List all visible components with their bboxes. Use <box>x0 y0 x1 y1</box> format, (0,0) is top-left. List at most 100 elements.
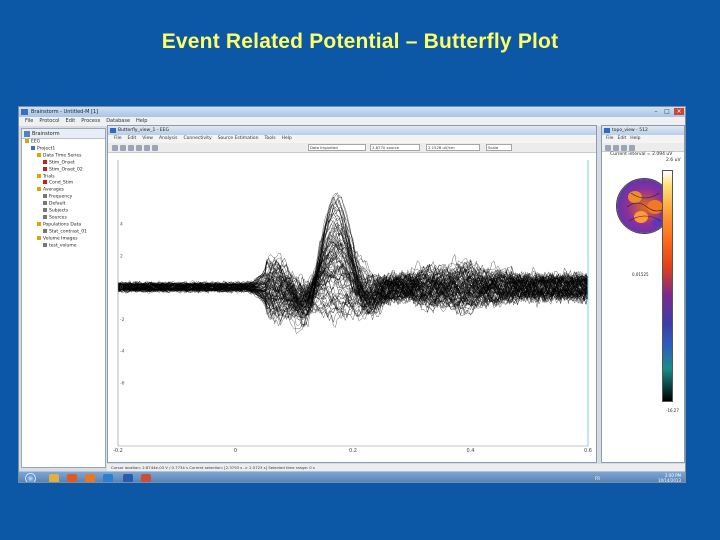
tree-item-label: Default <box>49 201 66 207</box>
tree-item-label: Trials <box>43 174 55 180</box>
topo-value-label: 2.6 uV <box>666 158 681 163</box>
tree-node-icon <box>43 214 47 219</box>
montage-icon[interactable] <box>144 145 150 151</box>
tree-item-label: Subjects <box>49 208 69 214</box>
figure-menu-file[interactable]: File <box>114 136 122 141</box>
tree-item[interactable]: Project1 <box>22 145 105 153</box>
slide-title: Event Related Potential – Butterfly Plot <box>161 30 559 53</box>
tree-node-icon <box>37 173 41 178</box>
topo-settings-icon[interactable] <box>621 145 627 151</box>
matlab-taskbar-icon[interactable] <box>141 474 151 482</box>
topo-menu-edit[interactable]: Edit <box>618 136 627 141</box>
figure-menu-analysis[interactable]: Analysis <box>159 136 178 141</box>
tree-item-label: Data Time Series <box>43 153 82 159</box>
tree-node-icon <box>25 139 29 143</box>
topo-menu-help[interactable]: Help <box>630 136 640 141</box>
tree-item-label: EEG <box>31 139 41 145</box>
language-indicator[interactable]: FR <box>595 476 600 481</box>
topo-rotate-icon[interactable] <box>613 145 619 151</box>
zoom-out-icon[interactable] <box>120 145 126 151</box>
start-button[interactable] <box>25 473 36 482</box>
tree-item[interactable]: Default <box>22 201 105 208</box>
x-tick-label: 0 <box>234 448 237 454</box>
figure-menu-edit[interactable]: Edit <box>128 136 137 141</box>
data-type-select[interactable]: Data Imported <box>308 144 366 151</box>
x-tick-label: 0.2 <box>349 448 357 454</box>
zoom-in-icon[interactable] <box>112 145 118 151</box>
y-tick-label: -4 <box>120 349 125 355</box>
minimize-icon[interactable]: – <box>651 108 661 115</box>
tree-item-label: Stim_Onset <box>49 160 75 166</box>
tree-item-label: Volume Images <box>43 236 78 242</box>
tree-item[interactable]: Stim_Onset_02 <box>22 166 105 174</box>
channel-trace <box>117 236 589 314</box>
app-menu-database[interactable]: Database <box>106 118 130 124</box>
amplitude-select[interactable]: 2.1526 uV/cm <box>426 144 480 151</box>
maximize-icon[interactable]: □ <box>662 108 672 115</box>
topo-colormap-icon[interactable] <box>629 145 635 151</box>
app-title-bar: Brainstorm - Untitled-M [1] – □ × <box>19 107 685 117</box>
tree-item-label: Project1 <box>37 146 56 152</box>
tree-item-label: Populations Data <box>43 222 82 228</box>
topo-menu-file[interactable]: File <box>606 136 614 141</box>
tree-item[interactable]: Stim_Onset <box>22 159 105 167</box>
tree-item[interactable]: Stat_contrast_01 <box>22 228 105 236</box>
topo-logo-icon <box>604 128 610 133</box>
tree-item[interactable]: Sources <box>22 214 105 222</box>
tree-node-icon <box>31 145 35 150</box>
app-menu-protocol[interactable]: Protocol <box>39 118 59 124</box>
tree-item-label: Stim_Onset_02 <box>49 167 83 173</box>
explorer-taskbar-icon[interactable] <box>49 474 59 482</box>
tree-node-icon <box>43 208 47 213</box>
app-menu-help[interactable]: Help <box>136 118 147 124</box>
figure-menu-view[interactable]: View <box>142 136 153 141</box>
cursor-icon[interactable] <box>136 145 142 151</box>
tree-item-label: Cond_Stim <box>49 180 74 186</box>
source-select[interactable]: 3.8770 source <box>370 144 420 151</box>
tree-item[interactable]: EEG <box>22 139 105 146</box>
scale-select[interactable]: Scale <box>486 144 512 151</box>
tree-item[interactable]: Averages <box>22 187 105 194</box>
figure-menu-tools[interactable]: Tools <box>265 136 276 141</box>
figure-menu-help[interactable]: Help <box>282 136 292 141</box>
tree-node-icon <box>43 159 47 164</box>
app-logo-icon <box>21 109 28 115</box>
tree-item[interactable]: Populations Data <box>22 221 105 229</box>
tree-header-icon <box>24 131 30 137</box>
media-taskbar-icon[interactable] <box>67 474 77 482</box>
tree-item[interactable]: Cond_Stim <box>22 180 105 187</box>
app-taskbar-icon[interactable] <box>103 474 113 482</box>
tree-item[interactable]: Volume Images <box>22 235 105 243</box>
close-icon[interactable]: × <box>674 108 684 115</box>
legend-icon[interactable] <box>152 145 158 151</box>
tree-item[interactable]: test_volume <box>22 242 105 250</box>
app-menu-process[interactable]: Process <box>81 118 100 124</box>
system-clock[interactable]: 2:00 PM 10/14/2013 <box>658 473 681 482</box>
tree-item[interactable]: Subjects <box>22 208 105 215</box>
y-tick-label: 2 <box>120 253 123 259</box>
database-tree-panel: Brainstorm EEG Project1 Data Time Series St… <box>21 128 106 468</box>
tree-item[interactable]: Data Time Series <box>22 152 105 160</box>
tree-node-icon <box>37 152 41 157</box>
figure-menu-source-estimation[interactable]: Source Estimation <box>218 136 259 141</box>
tree-node-icon <box>37 187 41 192</box>
tree-item-label: Frequency <box>49 194 73 200</box>
firefox-taskbar-icon[interactable] <box>85 474 95 482</box>
topo-zoom-icon[interactable] <box>605 145 611 151</box>
app-menu-edit[interactable]: Edit <box>66 118 76 124</box>
tree-node-icon <box>37 221 41 226</box>
tree-item[interactable]: Frequency <box>22 194 105 201</box>
app-menu-file[interactable]: File <box>25 118 33 124</box>
butterfly-plot[interactable]: -0.2 0 0.2 0.4 0.6 4 2 0 -2 -4 -6 <box>108 154 596 454</box>
tree-item-label: Stat_contrast_01 <box>49 229 87 235</box>
status-bar: Cursor location: 2.8744e-03 V / 0.7734 s… <box>107 464 685 471</box>
pan-icon[interactable] <box>128 145 134 151</box>
taskbar: FR 2:00 PM 10/14/2013 <box>19 471 685 482</box>
y-tick-label: 0 <box>120 285 123 291</box>
topo-menu-bar: File Edit Help <box>602 135 684 143</box>
word-taskbar-icon[interactable] <box>123 474 133 482</box>
colorbar <box>662 170 673 402</box>
figure-menu-connectivity[interactable]: Connectivity <box>183 136 211 141</box>
x-tick-label: 0.4 <box>467 448 475 454</box>
tree-item[interactable]: Trials <box>22 173 105 181</box>
